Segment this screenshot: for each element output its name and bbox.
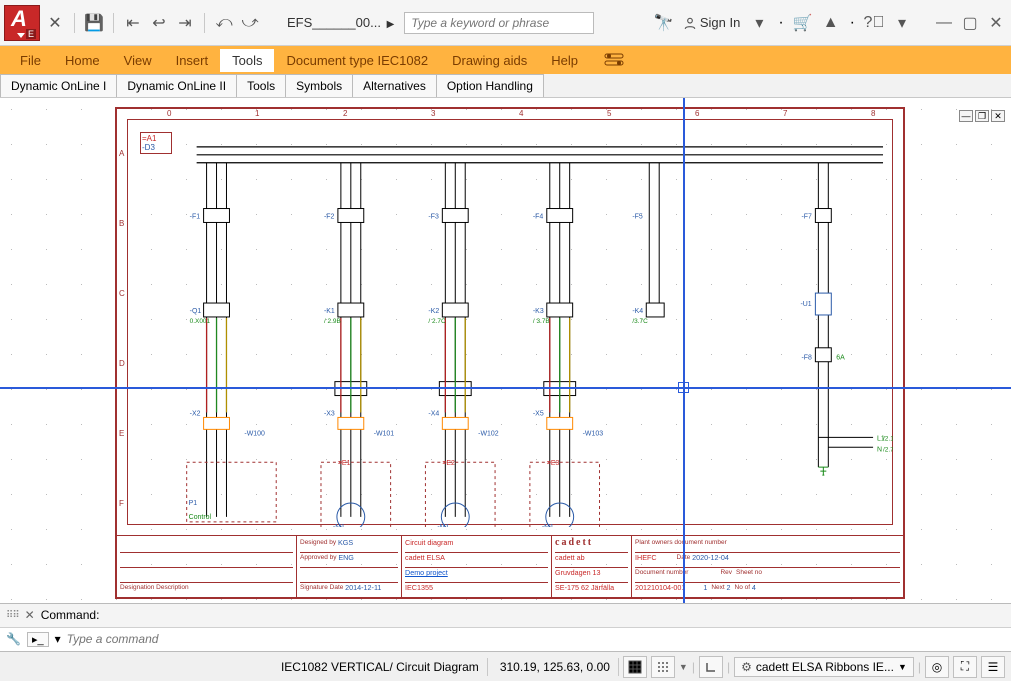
close-button[interactable]: ✕	[985, 12, 1007, 34]
crosshair-vertical	[683, 98, 685, 603]
save-icon[interactable]: 💾	[85, 14, 103, 32]
search-input[interactable]	[404, 12, 594, 34]
menu-view[interactable]: View	[112, 49, 164, 72]
tab-alternatives[interactable]: Alternatives	[352, 74, 437, 97]
command-area: ⠿⠿ ✕ Command: 🔧 ▸_ ▾	[0, 603, 1011, 651]
back-icon[interactable]: ↩	[150, 14, 168, 32]
command-input[interactable]	[67, 632, 1005, 646]
viewport-restore-icon[interactable]: ❐	[975, 110, 989, 122]
help-icon[interactable]: ?⃝	[865, 14, 883, 32]
chevron-down-icon[interactable]: ▾	[750, 14, 768, 32]
crosshair-horizontal	[0, 387, 1011, 389]
zone-col-label: 6	[695, 109, 699, 118]
zone-col-label: 4	[519, 109, 523, 118]
chevron-down-icon: ▼	[898, 662, 907, 672]
snap-button[interactable]	[651, 656, 675, 678]
customize-icon[interactable]: 🔧	[6, 632, 21, 646]
ortho-button[interactable]	[699, 656, 723, 678]
step-fwd-icon[interactable]: ⤻	[241, 14, 259, 32]
menu-home[interactable]: Home	[53, 49, 112, 72]
command-history-label: Command:	[41, 608, 100, 622]
binoculars-icon[interactable]: 🔭	[655, 14, 673, 32]
chevron-down-icon[interactable]: ▾	[893, 14, 911, 32]
title-bar: ✕ 💾 ⇤ ↩ ⇥ ⤺ ⤻ EFS______00... ▶ 🔭 Sign In…	[0, 0, 1011, 46]
reference-box: =A1 -D3	[140, 132, 172, 154]
command-prompt-icon[interactable]: ▸_	[27, 632, 49, 647]
tab-symbols[interactable]: Symbols	[285, 74, 353, 97]
viewport-minimize-icon[interactable]: —	[959, 110, 973, 122]
zone-col-label: 5	[607, 109, 611, 118]
minimize-button[interactable]: —	[933, 12, 955, 34]
coordinates-readout: 310.19, 125.63, 0.00	[492, 658, 619, 676]
zone-row-label: F	[119, 499, 124, 508]
drawing-frame: 0 1 2 3 4 5 6 7 8 A B C D E F =A1 -D3	[115, 107, 905, 599]
cursor-pickbox	[678, 382, 689, 393]
tab-tools[interactable]: Tools	[236, 74, 286, 97]
recent-docs-arrow[interactable]: ▶	[387, 19, 395, 30]
zone-col-label: 2	[343, 109, 347, 118]
status-bar: IEC1082 VERTICAL/ Circuit Diagram 310.19…	[0, 651, 1011, 681]
viewport-close-icon[interactable]: ✕	[991, 110, 1005, 122]
menu-file[interactable]: File	[8, 49, 53, 72]
zone-row-label: A	[119, 149, 124, 158]
step-back-icon[interactable]: ⤺	[215, 14, 233, 32]
zone-col-label: 7	[783, 109, 787, 118]
gear-icon: ⚙	[741, 660, 752, 674]
workspace-switcher[interactable]: ⚙ cadett ELSA Ribbons IE... ▼	[734, 657, 914, 677]
menu-insert[interactable]: Insert	[164, 49, 221, 72]
title-block: Designation Description Designed by KGS …	[117, 535, 903, 597]
menu-button[interactable]: ☰	[981, 656, 1005, 678]
panel-switcher-icon[interactable]	[604, 53, 624, 67]
isolate-objects-button[interactable]: ◎	[925, 656, 949, 678]
sign-in-button[interactable]: Sign In	[683, 15, 740, 30]
zone-col-label: 1	[255, 109, 259, 118]
tab-dynamic-online-1[interactable]: Dynamic OnLine I	[0, 74, 117, 97]
zone-col-label: 3	[431, 109, 435, 118]
menu-bar: File Home View Insert Tools Document typ…	[0, 46, 1011, 74]
document-title[interactable]: EFS______00... ▶	[287, 15, 394, 30]
drawing-canvas[interactable]: — ❐ ✕ 0 1 2 3 4 5 6 7 8 A B C D E F =A1 …	[0, 98, 1011, 603]
person-icon	[683, 16, 697, 30]
menu-drawing-aids[interactable]: Drawing aids	[440, 49, 539, 72]
close-command-icon[interactable]: ✕	[25, 608, 35, 622]
zone-col-label: 0	[167, 109, 171, 118]
inner-frame: =A1 -D3	[127, 119, 893, 525]
clean-screen-button[interactable]: ⛶	[953, 656, 977, 678]
tab-dynamic-online-2[interactable]: Dynamic OnLine II	[116, 74, 237, 97]
app-store-icon[interactable]: ▲	[822, 14, 840, 32]
dropdown-icon[interactable]: ▼	[679, 662, 688, 672]
tab-option-handling[interactable]: Option Handling	[436, 74, 544, 97]
maximize-button[interactable]: ▢	[959, 12, 981, 34]
quick-access-toolbar: ✕ 💾 ⇤ ↩ ⇥ ⤺ ⤻	[46, 13, 259, 33]
zone-col-label: 8	[871, 109, 875, 118]
zone-row-label: C	[119, 289, 125, 298]
close-doc-icon[interactable]: ✕	[46, 14, 64, 32]
prev-page-icon[interactable]: ⇤	[124, 14, 142, 32]
prompt-chevron-icon: ▾	[55, 632, 61, 646]
ribbon-panel: Dynamic OnLine I Dynamic OnLine II Tools…	[0, 74, 1011, 98]
cart-icon[interactable]: 🛒	[794, 14, 812, 32]
menu-help[interactable]: Help	[539, 49, 590, 72]
menu-tools[interactable]: Tools	[220, 49, 274, 72]
layout-status[interactable]: IEC1082 VERTICAL/ Circuit Diagram	[273, 658, 488, 676]
drag-handle-icon[interactable]: ⠿⠿	[6, 610, 19, 621]
grid-display-button[interactable]	[623, 656, 647, 678]
next-page-icon[interactable]: ⇥	[176, 14, 194, 32]
menu-doctype[interactable]: Document type IEC1082	[274, 49, 440, 72]
zone-row-label: B	[119, 219, 124, 228]
zone-row-label: E	[119, 429, 124, 438]
zone-row-label: D	[119, 359, 125, 368]
viewport-controls: — ❐ ✕	[959, 110, 1005, 122]
app-menu-button[interactable]	[4, 5, 40, 41]
